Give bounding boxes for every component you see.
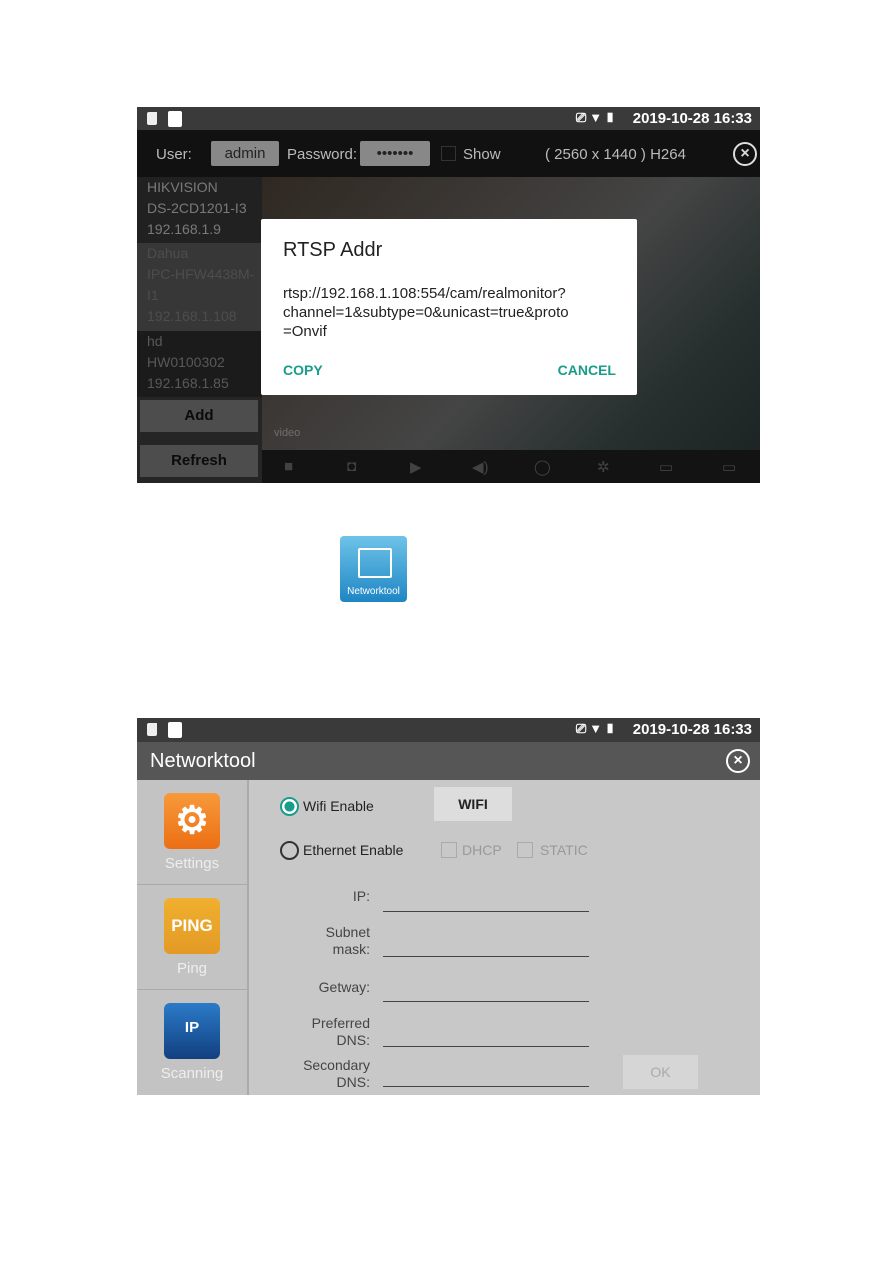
app-icon-label: Networktool [347, 586, 400, 597]
show-label: Show [463, 146, 501, 163]
sd-card-icon [147, 723, 157, 736]
document-page: ⎚▼▮ 2019-10-28 16:33 User: admin Passwor… [0, 0, 893, 1263]
sidebar-item-settings[interactable]: ⚙ Settings [137, 780, 247, 885]
sd-card-icon [147, 112, 157, 125]
notification-icon [168, 722, 182, 738]
ok-button[interactable]: OK [623, 1055, 698, 1089]
wifi-button[interactable]: WIFI [434, 787, 512, 821]
status-time: 2019-10-28 16:33 [632, 721, 752, 738]
gateway-input[interactable] [383, 1001, 589, 1002]
networktool-app-icon[interactable]: Networktool [340, 536, 407, 602]
close-icon[interactable]: × [726, 749, 750, 773]
user-input[interactable]: admin [211, 141, 279, 166]
sidebar: ⚙ Settings PING Ping IP Scanning [137, 780, 249, 1095]
ip-search-icon: IP [164, 1003, 220, 1059]
ping-icon: PING [164, 898, 220, 954]
gear-icon: ⚙ [164, 793, 220, 849]
status-bar: ⎚▼▮ 2019-10-28 16:33 [137, 107, 760, 130]
preferred-dns-label: Preferred DNS: [311, 1015, 370, 1048]
status-bar: ⎚▼▮ 2019-10-28 16:33 [137, 718, 760, 742]
resolution-text: ( 2560 x 1440 ) H264 [545, 146, 686, 163]
subnet-input[interactable] [383, 956, 589, 957]
password-label: Password: [287, 146, 358, 163]
ip-label: IP: [352, 888, 370, 904]
cancel-button[interactable]: CANCEL [558, 362, 616, 378]
secondary-dns-label: Secondary DNS: [303, 1057, 370, 1090]
password-input[interactable]: ••••••• [360, 141, 430, 166]
wifi-radio[interactable] [280, 797, 299, 816]
secondary-dns-input[interactable] [383, 1086, 589, 1087]
rtsp-dialog: RTSP Addr rtsp://192.168.1.108:554/cam/r… [261, 219, 637, 395]
ethernet-radio[interactable] [280, 841, 299, 860]
network-icon [358, 548, 392, 578]
static-checkbox[interactable] [517, 842, 533, 858]
static-label: STATIC [540, 842, 588, 858]
login-toolbar: User: admin Password: ••••••• Show ( 256… [137, 130, 760, 177]
subnet-label: Subnet mask: [325, 924, 370, 957]
copy-button[interactable]: COPY [283, 362, 323, 378]
preferred-dns-input[interactable] [383, 1046, 589, 1047]
rtsp-url: rtsp://192.168.1.108:554/cam/realmonitor… [283, 285, 569, 340]
ipc-viewer-screenshot: ⎚▼▮ 2019-10-28 16:33 User: admin Passwor… [137, 107, 760, 483]
show-checkbox[interactable] [441, 146, 456, 161]
gateway-label: Getway: [318, 979, 370, 995]
networktool-screenshot: ⎚▼▮ 2019-10-28 16:33 Networktool × ⚙ Set… [137, 718, 760, 1095]
title-bar: Networktool × [137, 742, 760, 780]
user-label: User: [156, 146, 192, 163]
ip-input[interactable] [383, 911, 589, 912]
app-title: Networktool [150, 750, 256, 772]
status-time: 2019-10-28 16:33 [632, 110, 752, 127]
ethernet-enable-label: Ethernet Enable [303, 842, 404, 858]
cast-wifi-battery-icons: ⎚▼▮ [575, 110, 618, 125]
sidebar-item-ping[interactable]: PING Ping [137, 885, 247, 990]
dialog-title: RTSP Addr [283, 239, 383, 261]
wifi-enable-label: Wifi Enable [303, 798, 374, 814]
close-icon[interactable]: × [733, 142, 757, 166]
cast-wifi-battery-icons: ⎚▼▮ [575, 721, 618, 736]
notification-icon [168, 111, 182, 127]
sidebar-item-scanning[interactable]: IP Scanning [137, 990, 247, 1094]
dhcp-checkbox[interactable] [441, 842, 457, 858]
dhcp-label: DHCP [462, 842, 502, 858]
